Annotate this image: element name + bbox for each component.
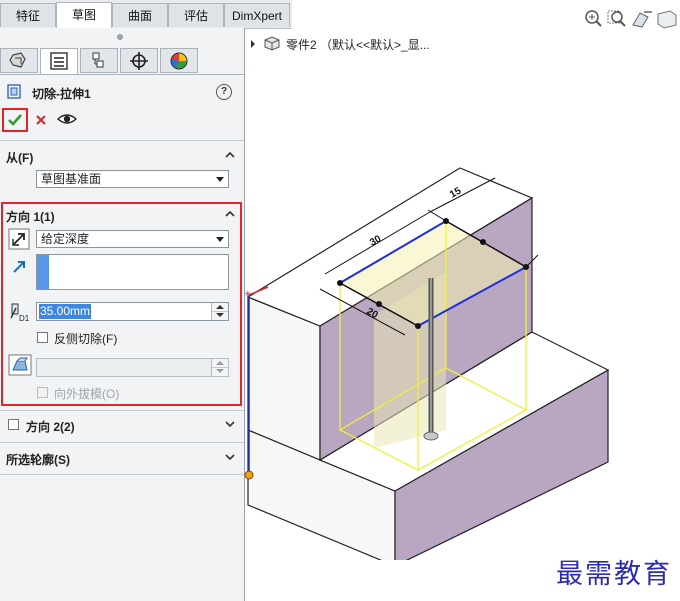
panel-grip[interactable] xyxy=(117,34,123,40)
tab-dimxpert[interactable]: DimXpert xyxy=(224,3,290,27)
draft-outward-label: 向外拔模(O) xyxy=(54,387,120,401)
property-manager-icon[interactable] xyxy=(40,48,78,74)
feature-manager-icon[interactable] xyxy=(0,48,38,73)
preview-eye-icon[interactable] xyxy=(56,110,78,128)
divider xyxy=(0,474,244,475)
tab-sketch[interactable]: 草图 xyxy=(56,2,112,28)
divider xyxy=(0,410,244,411)
end-condition-select[interactable]: 给定深度 xyxy=(36,230,229,248)
direction2-title[interactable]: 方向 2(2) xyxy=(26,418,75,435)
panel-tabs xyxy=(0,48,244,75)
chevron-down-icon[interactable] xyxy=(224,451,236,463)
part-model-viewport[interactable]: 30 15 20 ✳ xyxy=(244,150,680,560)
draft-icon[interactable] xyxy=(8,354,32,376)
feature-tree-item[interactable]: 零件2 （默认<<默认>_显... xyxy=(286,36,430,53)
tab-features[interactable]: 特征 xyxy=(0,3,56,27)
property-manager-panel: 切除-拉伸1 ? 从(F) 草图基准面 方向 1(1) 给定深度 D1 35.0… xyxy=(0,28,245,601)
tab-evaluate[interactable]: 评估 xyxy=(168,3,224,27)
chevron-down-icon[interactable] xyxy=(224,418,236,430)
chevron-down-icon xyxy=(216,177,224,182)
depth-spinner[interactable] xyxy=(211,303,228,320)
depth-value: 35.00mm xyxy=(39,304,92,319)
previous-view-icon[interactable] xyxy=(632,11,652,28)
watermark-text: 最需教育 xyxy=(556,559,672,589)
divider xyxy=(0,442,244,443)
draft-outward-checkbox[interactable] xyxy=(37,387,48,398)
cancel-button[interactable] xyxy=(33,112,49,128)
direction1-title[interactable]: 方向 1(1) xyxy=(6,208,55,225)
direction2-checkbox[interactable] xyxy=(8,419,19,430)
zoom-to-area-icon[interactable] xyxy=(607,10,626,27)
ok-button[interactable] xyxy=(6,111,24,129)
tree-expand-icon[interactable] xyxy=(248,38,258,48)
depth-icon-label: D1 xyxy=(19,314,30,323)
help-icon[interactable]: ? xyxy=(216,84,232,100)
zoom-to-fit-icon[interactable] xyxy=(585,10,602,27)
from-section-title[interactable]: 从(F) xyxy=(6,149,33,166)
flip-side-label: 反侧切除(F) xyxy=(54,332,118,346)
from-select[interactable]: 草图基准面 xyxy=(36,170,229,188)
flip-side-checkbox[interactable] xyxy=(37,332,48,343)
cut-extrude-icon xyxy=(6,82,24,100)
chevron-down-icon xyxy=(216,237,224,242)
view-toolbar xyxy=(582,8,680,30)
draft-angle-spinner[interactable] xyxy=(211,359,228,376)
display-manager-icon[interactable] xyxy=(160,48,198,73)
selected-contours-title[interactable]: 所选轮廓(S) xyxy=(6,451,70,468)
direction-arrow-icon xyxy=(10,258,28,276)
section-view-icon[interactable] xyxy=(657,10,677,29)
reverse-direction-icon[interactable] xyxy=(8,228,30,250)
command-manager-tabs: 特征 草图 曲面 评估 DimXpert xyxy=(0,0,292,29)
selection-indicator xyxy=(37,255,49,289)
direction-vector-selection[interactable] xyxy=(36,254,229,290)
extrude-direction-tip xyxy=(423,431,439,441)
depth-input[interactable]: 35.00mm xyxy=(36,302,229,321)
chevron-up-icon[interactable] xyxy=(224,208,236,220)
part-icon xyxy=(262,34,282,52)
origin-point[interactable] xyxy=(244,470,254,480)
chevron-up-icon[interactable] xyxy=(224,149,236,161)
end-condition-value: 给定深度 xyxy=(41,232,90,246)
configuration-manager-icon[interactable] xyxy=(80,48,118,73)
feature-title: 切除-拉伸1 xyxy=(32,87,91,101)
divider xyxy=(0,140,244,141)
tab-surfaces[interactable]: 曲面 xyxy=(112,3,168,27)
depth-icon: D1 xyxy=(8,300,32,324)
dimxpert-manager-icon[interactable] xyxy=(120,48,158,73)
from-select-value: 草图基准面 xyxy=(41,172,102,186)
origin-marker: ✳ xyxy=(244,289,252,299)
draft-angle-input[interactable] xyxy=(36,358,229,377)
